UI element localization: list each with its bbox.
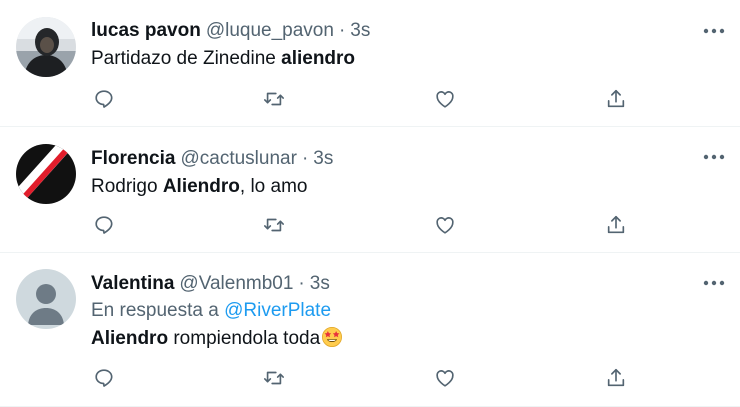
reply-context: En respuesta a @RiverPlate — [91, 298, 724, 324]
more-dots-icon — [703, 154, 725, 160]
like-icon — [436, 91, 454, 108]
like-button[interactable] — [432, 365, 458, 391]
avatar[interactable] — [16, 17, 76, 77]
tweet-header: Florencia @cactuslunar · 3s — [91, 146, 724, 172]
reply-button[interactable] — [91, 212, 117, 238]
tweet-text-highlight: aliendro — [281, 48, 356, 69]
more-dots-icon — [703, 28, 725, 34]
avatar[interactable] — [16, 269, 76, 329]
tweet-text-highlight: Aliendro — [162, 176, 240, 197]
more-options-button[interactable] — [702, 21, 726, 41]
display-name[interactable]: lucas pavon — [91, 20, 201, 42]
tweet-text: Aliendro rompiendola toda — [91, 326, 724, 352]
share-button[interactable] — [603, 365, 629, 391]
tweet-text-part: , lo amo — [239, 176, 308, 197]
default-avatar-icon — [16, 269, 76, 329]
tweet-header: lucas pavon @luque_pavon · 3s — [91, 18, 724, 44]
reply-icon — [95, 90, 113, 108]
timestamp[interactable]: 3s — [350, 20, 370, 42]
reply-prefix: En respuesta a — [91, 300, 219, 321]
user-handle[interactable]: @Valenmb01 — [179, 273, 293, 295]
river-plate-avatar — [16, 144, 76, 204]
share-icon — [607, 89, 625, 108]
like-button[interactable] — [432, 212, 458, 238]
like-button[interactable] — [432, 86, 458, 112]
like-icon — [436, 370, 454, 387]
separator-dot: · — [298, 273, 305, 294]
tweet[interactable]: Valentina @Valenmb01 · 3s En respuesta a… — [0, 253, 740, 407]
tweet-actions — [91, 86, 724, 112]
timestamp[interactable]: 3s — [310, 273, 330, 295]
tweet-text: Rodrigo Aliendro, lo amo — [91, 174, 724, 200]
display-name[interactable]: Florencia — [91, 148, 175, 170]
tweet-text-part: rompiendola toda — [168, 328, 321, 349]
tweet-text-part: Partidazo de Zinedine — [91, 48, 282, 69]
separator-dot: · — [301, 148, 309, 169]
retweet-icon — [264, 371, 284, 385]
display-name[interactable]: Valentina — [91, 273, 174, 295]
retweet-button[interactable] — [261, 212, 287, 238]
like-icon — [436, 217, 454, 234]
share-icon — [607, 215, 625, 234]
tweet-header: Valentina @Valenmb01 · 3s — [91, 271, 724, 297]
tweet-actions — [91, 212, 724, 238]
retweet-icon — [264, 218, 284, 232]
more-options-button[interactable] — [702, 273, 726, 293]
user-handle[interactable]: @luque_pavon — [206, 20, 334, 42]
more-dots-icon — [703, 280, 725, 286]
reply-icon — [95, 369, 113, 387]
tweet-text-highlight: Aliendro — [91, 328, 169, 349]
star-struck-emoji-icon — [322, 327, 343, 347]
tweet[interactable]: Florencia @cactuslunar · 3s Rodrigo Alie… — [0, 127, 740, 253]
separator-dot: · — [338, 20, 346, 41]
reply-button[interactable] — [91, 365, 117, 391]
user-handle[interactable]: @cactuslunar — [180, 148, 296, 170]
share-icon — [607, 368, 625, 387]
retweet-button[interactable] — [261, 86, 287, 112]
tweet-text: Partidazo de Zinedine aliendro — [91, 46, 724, 72]
timestamp[interactable]: 3s — [313, 148, 333, 170]
tweet-text-part: Rodrigo — [91, 176, 163, 197]
retweet-icon — [264, 92, 284, 106]
share-button[interactable] — [603, 86, 629, 112]
avatar[interactable] — [16, 144, 76, 204]
tweet[interactable]: lucas pavon @luque_pavon · 3s Partidazo … — [0, 0, 740, 127]
retweet-button[interactable] — [261, 365, 287, 391]
reply-icon — [95, 216, 113, 234]
reply-mention-link[interactable]: @RiverPlate — [224, 300, 331, 321]
reply-button[interactable] — [91, 86, 117, 112]
share-button[interactable] — [603, 212, 629, 238]
user-photo-avatar — [16, 17, 76, 77]
more-options-button[interactable] — [702, 147, 726, 167]
tweet-actions — [91, 365, 724, 391]
